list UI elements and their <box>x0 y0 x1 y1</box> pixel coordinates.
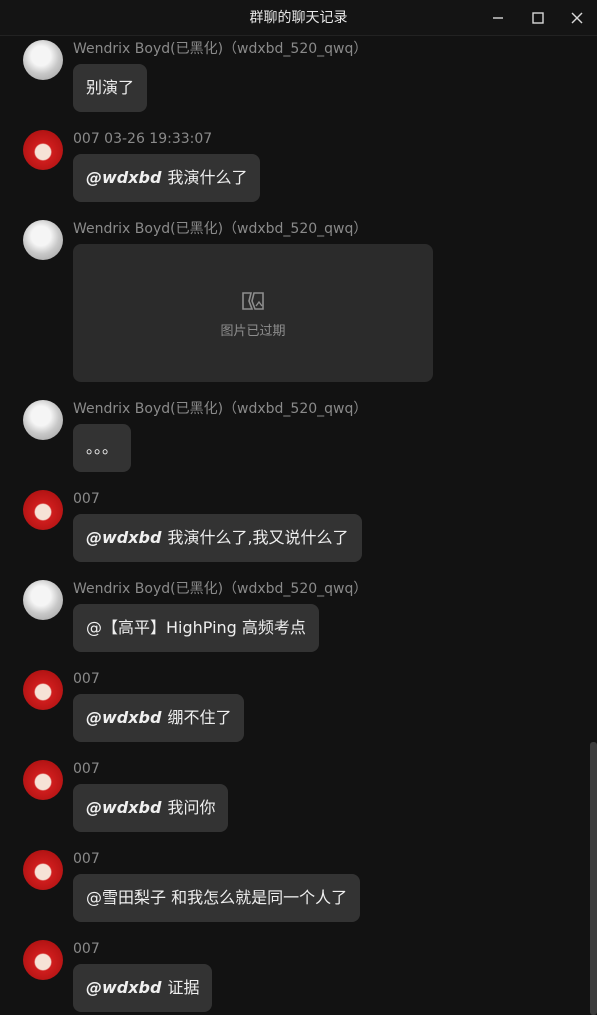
avatar[interactable] <box>23 490 63 530</box>
mention[interactable]: @wdxbd <box>86 978 161 997</box>
expired-image-card[interactable]: 图片已过期 <box>73 244 433 382</box>
sender-name: Wendrix Boyd(已黑化)（wdxbd_520_qwq） <box>73 221 368 237</box>
message-bubble[interactable]: @wdxbd 证据 <box>73 964 213 1012</box>
mention[interactable]: @wdxbd <box>86 528 161 547</box>
scrollbar-thumb[interactable] <box>590 742 597 1015</box>
avatar[interactable] <box>23 580 63 620</box>
message-text: 绷不住了 <box>167 708 232 727</box>
message-text: 我演什么了 <box>167 168 248 187</box>
message-bubble[interactable]: @雪田梨子 和我怎么就是同一个人了 <box>73 874 361 922</box>
mention[interactable]: @wdxbd <box>86 798 161 817</box>
message-text: 证据 <box>167 978 200 997</box>
avatar[interactable] <box>23 670 63 710</box>
avatar[interactable] <box>23 400 63 440</box>
avatar[interactable] <box>23 130 63 170</box>
maximize-button[interactable] <box>518 0 558 36</box>
mention[interactable]: @wdxbd <box>86 168 161 187</box>
sender-name: 007 <box>73 671 100 687</box>
message-bubble[interactable]: 。。。 <box>73 424 132 472</box>
close-icon <box>571 12 583 24</box>
avatar[interactable] <box>23 220 63 260</box>
sender-name: Wendrix Boyd(已黑化)（wdxbd_520_qwq） <box>73 401 368 417</box>
sender-name: 007 <box>73 941 100 957</box>
message-text: 我演什么了,我又说什么了 <box>167 528 349 547</box>
message-text: 别演了 <box>86 78 135 97</box>
sender-name: Wendrix Boyd(已黑化)（wdxbd_520_qwq） <box>73 581 368 597</box>
avatar[interactable] <box>23 850 63 890</box>
sender-name: 007 03-26 19:33:07 <box>73 131 213 147</box>
sender-name: 007 <box>73 851 100 867</box>
broken-image-icon <box>242 292 264 310</box>
close-button[interactable] <box>557 0 597 36</box>
message-bubble[interactable]: @wdxbd 我演什么了,我又说什么了 <box>73 514 362 562</box>
message-bubble[interactable]: @wdxbd 我问你 <box>73 784 229 832</box>
chat-history[interactable]: Wendrix Boyd(已黑化)（wdxbd_520_qwq） 别演了 007… <box>0 36 590 1015</box>
message-bubble[interactable]: @wdxbd 绷不住了 <box>73 694 245 742</box>
message-text: @【高平】HighPing 高频考点 <box>86 618 306 637</box>
avatar[interactable] <box>23 760 63 800</box>
message-bubble[interactable]: 别演了 <box>73 64 148 112</box>
mention[interactable]: @wdxbd <box>86 708 161 727</box>
avatar[interactable] <box>23 40 63 80</box>
title-bar: 群聊的聊天记录 <box>0 0 597 36</box>
message-text: 。。。 <box>86 438 119 457</box>
message-text: 我问你 <box>167 798 216 817</box>
sender-name: 007 <box>73 761 100 777</box>
message-bubble[interactable]: @【高平】HighPing 高频考点 <box>73 604 319 652</box>
message-text: @雪田梨子 和我怎么就是同一个人了 <box>86 888 348 907</box>
maximize-icon <box>532 12 544 24</box>
message-bubble[interactable]: @wdxbd 我演什么了 <box>73 154 261 202</box>
minimize-button[interactable] <box>478 0 518 36</box>
avatar[interactable] <box>23 940 63 980</box>
expired-image-label: 图片已过期 <box>220 324 286 339</box>
sender-name: Wendrix Boyd(已黑化)（wdxbd_520_qwq） <box>73 41 368 57</box>
sender-name: 007 <box>73 491 100 507</box>
minimize-icon <box>493 17 503 19</box>
